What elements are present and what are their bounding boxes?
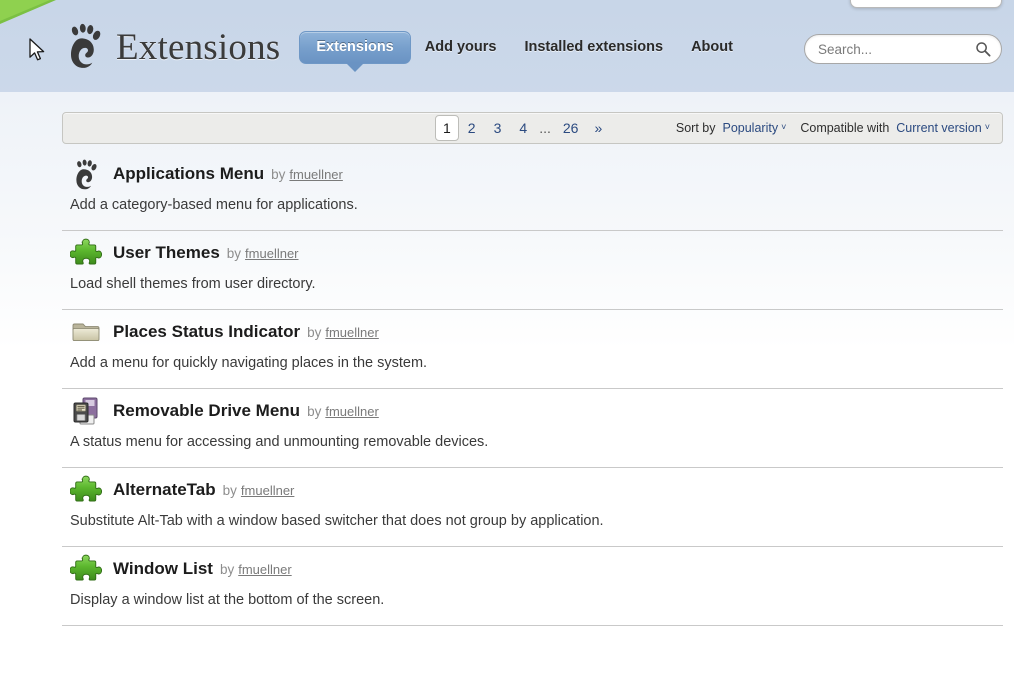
page-link-1[interactable]: 1	[435, 115, 459, 141]
extension-by-label: by	[219, 561, 235, 577]
extension-author-link[interactable]: fmuellner	[238, 562, 291, 577]
list-item[interactable]: Removable Drive Menu by fmuellner A stat…	[62, 389, 1003, 468]
extension-header: Window List by fmuellner	[62, 547, 1003, 591]
extension-author-link[interactable]: fmuellner	[245, 246, 298, 261]
extension-list: Applications Menu by fmuellner Add a cat…	[62, 152, 1003, 626]
nav-item-about[interactable]: About	[677, 39, 747, 55]
extension-author-link[interactable]: fmuellner	[289, 167, 342, 182]
nav-item-add-yours[interactable]: Add yours	[411, 39, 511, 55]
extension-description: Display a window list at the bottom of t…	[70, 592, 385, 608]
list-item[interactable]: AlternateTab by fmuellner Substitute Alt…	[62, 468, 1003, 547]
extension-description: Add a menu for quickly navigating places…	[70, 355, 428, 371]
extension-header: Removable Drive Menu by fmuellner	[62, 389, 1003, 433]
pagination: 1 2 3 4 ... 26 »	[435, 115, 609, 141]
extension-name: Places Status Indicator	[113, 322, 301, 341]
main-nav: Extensions Add yours Installed extension…	[299, 30, 747, 72]
main-content-panel: 1 2 3 4 ... 26 » Sort by Popularity ˅ Co…	[0, 92, 1014, 677]
page-link-last[interactable]: 26	[554, 118, 588, 138]
sort-by-label: Sort by	[675, 121, 716, 135]
green-puzzle-piece-icon	[70, 475, 102, 502]
search-box	[804, 34, 1002, 64]
folder-icon	[72, 323, 100, 342]
compatible-with-label: Compatible with	[800, 121, 890, 135]
extension-header: Applications Menu by fmuellner	[62, 152, 1003, 196]
green-puzzle-piece-icon	[70, 238, 102, 265]
extension-header: Places Status Indicator by fmuellner	[62, 310, 1003, 354]
chevron-down-icon-2[interactable]: ˅	[985, 122, 990, 132]
sort-by-value[interactable]: Popularity	[722, 121, 778, 135]
brand[interactable]: Extensions	[62, 22, 280, 72]
extension-by-label: by	[307, 403, 322, 419]
extension-description: Add a category-based menu for applicatio…	[70, 197, 358, 213]
list-item[interactable]: Places Status Indicator by fmuellner Add…	[62, 310, 1003, 389]
page-next-button[interactable]: »	[587, 118, 609, 138]
extension-name: Window List	[113, 559, 213, 578]
extension-header: AlternateTab by fmuellner	[62, 468, 1003, 512]
list-item[interactable]: Applications Menu by fmuellner Add a cat…	[62, 152, 1003, 231]
page-title: Extensions	[116, 26, 281, 68]
page-link-2[interactable]: 2	[459, 118, 485, 138]
search-input[interactable]	[804, 34, 1002, 64]
removable-drive-icon	[73, 397, 98, 425]
extension-name: User Themes	[113, 243, 220, 262]
extension-name: Applications Menu	[113, 164, 265, 183]
page-link-4[interactable]: 4	[510, 118, 536, 138]
nav-item-installed-extensions[interactable]: Installed extensions	[510, 39, 677, 55]
gnome-foot-icon	[76, 159, 97, 190]
extension-description: A status menu for accessing and unmounti…	[70, 434, 489, 450]
chevron-down-icon[interactable]: ˅	[781, 122, 786, 132]
extension-description: Substitute Alt-Tab with a window based s…	[70, 513, 604, 529]
gnome-foot-icon	[71, 23, 101, 68]
extension-by-label: by	[271, 166, 286, 182]
extension-description: Load shell themes from user directory.	[70, 276, 316, 292]
sort-controls: Sort by Popularity ˅ Compatible with Cur…	[676, 121, 990, 135]
green-puzzle-piece-icon	[70, 554, 102, 581]
pagination-ellipsis: ...	[539, 120, 551, 136]
compatible-with-value[interactable]: Current version	[896, 121, 981, 135]
list-item[interactable]: User Themes by fmuellner Load shell them…	[62, 231, 1003, 310]
clipped-dialog-fragment	[850, 0, 1002, 8]
page-link-3[interactable]: 3	[485, 118, 511, 138]
list-item[interactable]: Window List by fmuellner Display a windo…	[62, 547, 1003, 626]
extension-name: AlternateTab	[113, 480, 216, 499]
extension-by-label: by	[307, 324, 322, 340]
site-header: Extensions Extensions Add yours Installe…	[0, 0, 1014, 92]
extension-author-link[interactable]: fmuellner	[241, 483, 294, 498]
extension-name: Removable Drive Menu	[113, 401, 301, 420]
nav-item-extensions[interactable]: Extensions	[299, 30, 411, 72]
pagination-sort-toolbar: 1 2 3 4 ... 26 » Sort by Popularity ˅ Co…	[62, 112, 1003, 144]
extension-by-label: by	[226, 245, 242, 261]
extension-author-link[interactable]: fmuellner	[325, 404, 378, 419]
extension-by-label: by	[222, 482, 237, 498]
extension-author-link[interactable]: fmuellner	[325, 325, 378, 340]
extension-header: User Themes by fmuellner	[62, 231, 1003, 275]
